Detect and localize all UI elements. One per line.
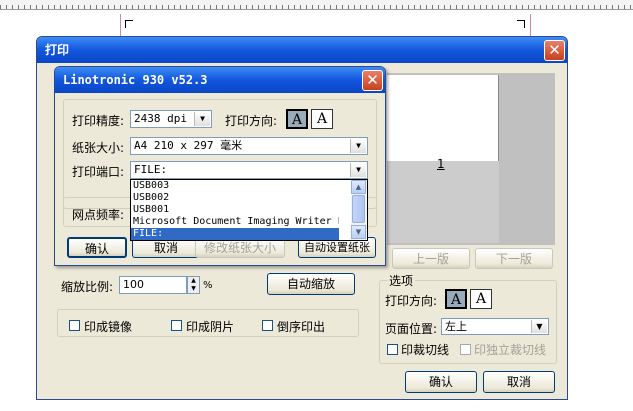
page-position-label: 页面位置: [385,322,438,336]
chevron-down-icon[interactable]: ▼ [350,139,366,153]
scroll-up-icon[interactable]: ▲ [351,180,366,194]
scroll-thumb[interactable] [352,195,365,223]
auto-zoom-button[interactable]: 自动缩放 [267,273,355,295]
close-icon[interactable]: ✕ [362,70,383,91]
preview-area: 1 [387,73,555,245]
preview-gray-region [387,161,499,243]
portrait-orientation-icon[interactable]: A [445,289,467,309]
printer-orientation-label: 打印方向: [225,114,278,128]
zoom-input[interactable]: 100 [119,276,187,294]
page-position-value: 左上 [445,320,467,333]
resolution-value: 2438 dpi [134,112,187,125]
mirror-checkbox[interactable] [69,320,80,331]
chevron-down-icon[interactable]: ▼ [531,320,547,333]
separate-cut-lines-label: 印独立裁切线 [474,343,547,357]
paper-size-select[interactable]: A4 210 x 297 毫米 ▼ [130,137,368,155]
page-border-right [530,14,531,36]
negative-checkbox[interactable] [171,320,182,331]
zoom-stepper[interactable]: ▲ ▼ [187,276,200,294]
mirror-label: 印成镜像 [84,320,133,334]
preview-page-number: 1 [437,157,445,171]
port-option[interactable]: USB002 [131,192,367,204]
negative-label: 印成阴片 [186,320,235,334]
port-value: FILE: [134,163,168,176]
paper-size-value: A4 210 x 297 毫米 [134,139,243,152]
next-page-button[interactable]: 下一版 [475,248,553,269]
top-ruler [0,0,633,10]
port-option-selected[interactable]: FILE: [131,228,339,240]
cancel-button[interactable]: 取消 [483,371,555,393]
separate-cut-lines-checkbox[interactable] [460,344,471,355]
port-list-scrollbar[interactable]: ▲ ▼ [351,180,367,240]
page-border-left [120,14,121,36]
port-option[interactable]: USB003 [131,180,367,192]
port-dropdown-list: USB003 USB002 USB001 Microsoft Document … [130,179,368,241]
options-orientation-label: 打印方向: [385,294,438,308]
port-option[interactable]: USB001 [131,204,367,216]
port-option[interactable]: Microsoft Document Imaging Writer Por [131,216,339,228]
options-group-label: 选项 [387,272,416,289]
page-position-select[interactable]: 左上 ▼ [441,318,549,335]
port-label: 打印端口: [72,165,125,179]
zoom-label: 缩放比例: [61,280,114,294]
preview-page: 1 [387,75,499,243]
cut-lines-checkbox[interactable] [387,344,398,355]
paper-size-label: 纸张大小: [72,141,125,155]
scroll-down-icon[interactable]: ▼ [351,225,366,239]
printer-dialog: Linotronic 930 v52.3 ✕ 打印精度: 2438 dpi ▼ … [54,66,386,266]
prev-page-button[interactable]: 上一版 [392,248,470,269]
cut-lines-label: 印裁切线 [401,343,450,357]
screen-freq-label: 网点频率: [72,208,125,222]
ok-button[interactable]: 确认 [405,371,477,393]
landscape-orientation-icon[interactable]: A [470,289,492,309]
print-dialog-title: 打印 [37,37,567,63]
crop-mark [517,20,525,28]
reverse-order-checkbox[interactable] [262,320,273,331]
zoom-unit: % [203,280,213,291]
printer-dialog-title: Linotronic 930 v52.3 [55,67,385,93]
resolution-select[interactable]: 2438 dpi ▼ [130,110,212,128]
chevron-down-icon[interactable]: ▼ [350,163,366,177]
resolution-label: 打印精度: [72,114,125,128]
reverse-order-label: 倒序印出 [277,320,326,334]
crop-mark [125,20,133,28]
port-select[interactable]: FILE: ▼ [130,161,368,179]
portrait-orientation-icon[interactable]: A [286,109,308,129]
chevron-down-icon[interactable]: ▼ [194,112,210,126]
landscape-orientation-icon[interactable]: A [311,109,333,129]
close-icon[interactable]: ✕ [544,40,565,61]
printer-ok-button[interactable]: 确认 [67,237,127,258]
